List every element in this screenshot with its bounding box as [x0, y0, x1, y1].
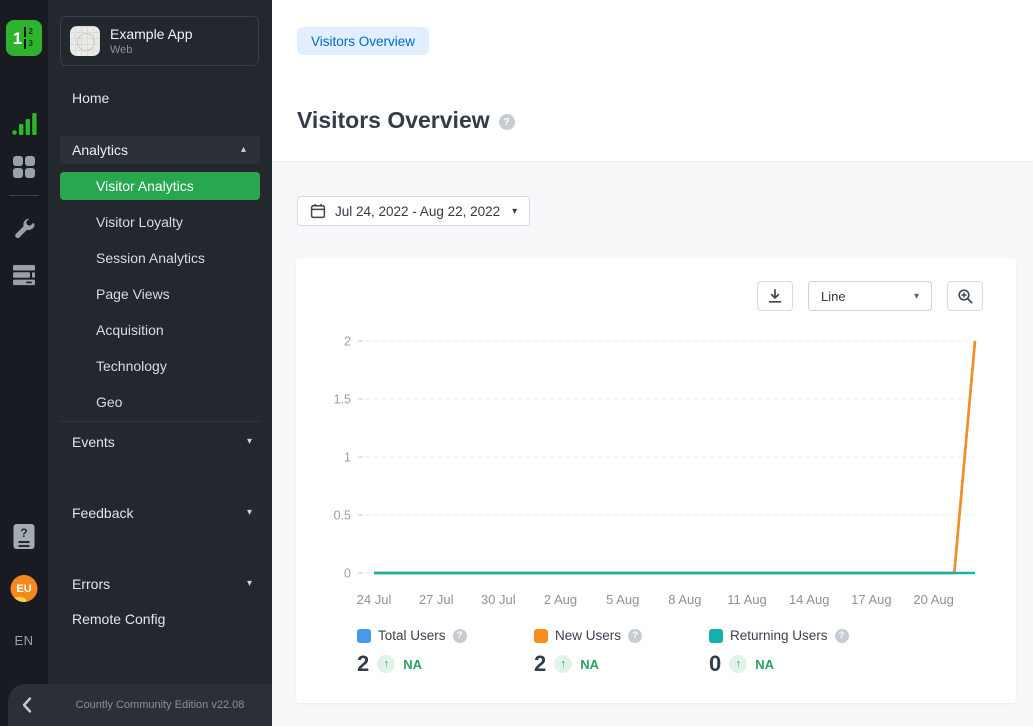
help-icon[interactable]: ?: [453, 629, 467, 643]
app-selector[interactable]: Example App Web: [60, 16, 259, 66]
trend-up-icon: ↑: [729, 655, 747, 673]
chart-type-select[interactable]: Line ▾: [808, 281, 932, 311]
logo-digit: 1: [13, 30, 22, 47]
new-users-value: 2: [534, 651, 546, 677]
chart-type-value: Line: [821, 289, 846, 304]
visitors-chart-card: Line ▾ 0 0.5 1 1.5 2 24 Jul 27 Jul 30 Jul 2 Aug 5…: [296, 258, 1016, 703]
management-wrench-icon[interactable]: [11, 216, 37, 242]
chevron-down-icon: ▾: [247, 579, 252, 589]
plugins-grid-icon[interactable]: [11, 154, 37, 180]
chevron-up-icon: ▴: [241, 145, 246, 155]
tab-visitors-overview[interactable]: Visitors Overview: [297, 27, 429, 55]
chevron-down-icon: ▾: [247, 437, 252, 447]
sidebar-divider: [60, 421, 260, 422]
help-icon[interactable]: ?: [835, 629, 849, 643]
sidebar-group-errors[interactable]: Errors ▾: [48, 566, 272, 602]
svg-text:5 Aug: 5 Aug: [606, 592, 639, 607]
svg-text:17 Aug: 17 Aug: [851, 592, 892, 607]
total-users-value: 2: [357, 651, 369, 677]
collapse-sidebar-button[interactable]: [16, 695, 38, 715]
svg-text:14 Aug: 14 Aug: [789, 592, 830, 607]
main-content: Visitors Overview Visitors Overview ? Ju…: [272, 0, 1033, 726]
sidebar-item-technology[interactable]: Technology: [48, 348, 272, 384]
calendar-icon: [310, 203, 326, 219]
app-platform: Web: [110, 44, 193, 56]
chevron-left-icon: [21, 696, 33, 714]
data-manager-server-icon[interactable]: [11, 262, 37, 288]
legend-returning-users[interactable]: Returning Users ? 0 ↑ NA: [709, 628, 849, 677]
sidebar-group-events[interactable]: Events ▾: [48, 424, 272, 460]
sidebar-item-page-views[interactable]: Page Views: [48, 276, 272, 312]
zoom-chart-button[interactable]: [947, 281, 983, 311]
countly-dashboard: 1 2 3: [0, 0, 1033, 726]
svg-text:30 Jul: 30 Jul: [481, 592, 516, 607]
chevron-down-icon: ▾: [914, 291, 919, 302]
total-users-trend: NA: [403, 657, 422, 672]
user-avatar[interactable]: EU: [11, 575, 38, 602]
logo-digits-column: 2 3: [24, 27, 35, 49]
language-selector[interactable]: EN: [14, 633, 33, 648]
svg-text:20 Aug: 20 Aug: [913, 592, 954, 607]
svg-text:8 Aug: 8 Aug: [668, 592, 701, 607]
chart-toolbar: Line ▾: [757, 281, 983, 311]
svg-text:24 Jul: 24 Jul: [357, 592, 392, 607]
magnifier-plus-icon: [957, 288, 974, 305]
svg-text:2: 2: [344, 335, 351, 349]
sidebar-bottom-band: Countly Community Edition v22.08: [8, 684, 272, 726]
legend-total-users[interactable]: Total Users ? 2 ↑ NA: [357, 628, 467, 677]
sidebar-group-analytics[interactable]: Analytics ▴: [60, 136, 260, 164]
returning-users-color-swatch: [709, 629, 723, 643]
chevron-down-icon: ▾: [247, 508, 252, 518]
download-chart-button[interactable]: [757, 281, 793, 311]
returning-users-value: 0: [709, 651, 721, 677]
sidebar-item-session-analytics[interactable]: Session Analytics: [48, 240, 272, 276]
help-icon[interactable]: ?: [499, 114, 515, 130]
countly-logo-icon[interactable]: 1 2 3: [6, 20, 42, 56]
icon-rail: 1 2 3: [0, 0, 48, 726]
avatar-initials: EU: [16, 583, 31, 595]
returning-users-trend: NA: [755, 657, 774, 672]
app-name: Example App: [110, 26, 193, 43]
analytics-submenu: Visitor Loyalty Session Analytics Page V…: [48, 204, 272, 420]
sidebar-item-acquisition[interactable]: Acquisition: [48, 312, 272, 348]
sidebar: Example App Web Home Analytics ▴ Visitor…: [48, 0, 272, 726]
new-users-color-swatch: [534, 629, 548, 643]
date-range-value: Jul 24, 2022 - Aug 22, 2022: [335, 204, 500, 219]
help-icon[interactable]: ?: [628, 629, 642, 643]
help-center-icon[interactable]: ?: [14, 524, 35, 549]
sidebar-item-remote-config[interactable]: Remote Config: [48, 601, 272, 637]
svg-text:2 Aug: 2 Aug: [544, 592, 577, 607]
svg-text:0.5: 0.5: [334, 509, 351, 523]
svg-text:27 Jul: 27 Jul: [419, 592, 454, 607]
svg-text:0: 0: [344, 567, 351, 581]
legend-new-users[interactable]: New Users ? 2 ↑ NA: [534, 628, 642, 677]
svg-text:1: 1: [344, 451, 351, 465]
download-icon: [767, 288, 783, 304]
chevron-down-icon: ▾: [512, 206, 517, 217]
version-label: Countly Community Edition v22.08: [48, 699, 272, 711]
sidebar-item-geo[interactable]: Geo: [48, 384, 272, 420]
svg-text:11 Aug: 11 Aug: [727, 592, 767, 607]
date-range-picker[interactable]: Jul 24, 2022 - Aug 22, 2022 ▾: [297, 196, 530, 226]
rail-divider: [9, 195, 39, 196]
sidebar-group-feedback[interactable]: Feedback ▾: [48, 495, 272, 531]
svg-text:1.5: 1.5: [334, 393, 351, 407]
page-title-row: Visitors Overview ?: [297, 107, 515, 134]
trend-up-icon: ↑: [554, 655, 572, 673]
sidebar-item-visitor-analytics[interactable]: Visitor Analytics: [60, 172, 260, 200]
new-users-trend: NA: [580, 657, 599, 672]
app-icon: [70, 26, 100, 56]
total-users-color-swatch: [357, 629, 371, 643]
sidebar-item-visitor-loyalty[interactable]: Visitor Loyalty: [48, 204, 272, 240]
analytics-barchart-icon[interactable]: [11, 111, 37, 137]
page-title: Visitors Overview: [297, 107, 490, 134]
sidebar-item-home[interactable]: Home: [48, 82, 272, 114]
trend-up-icon: ↑: [377, 655, 395, 673]
